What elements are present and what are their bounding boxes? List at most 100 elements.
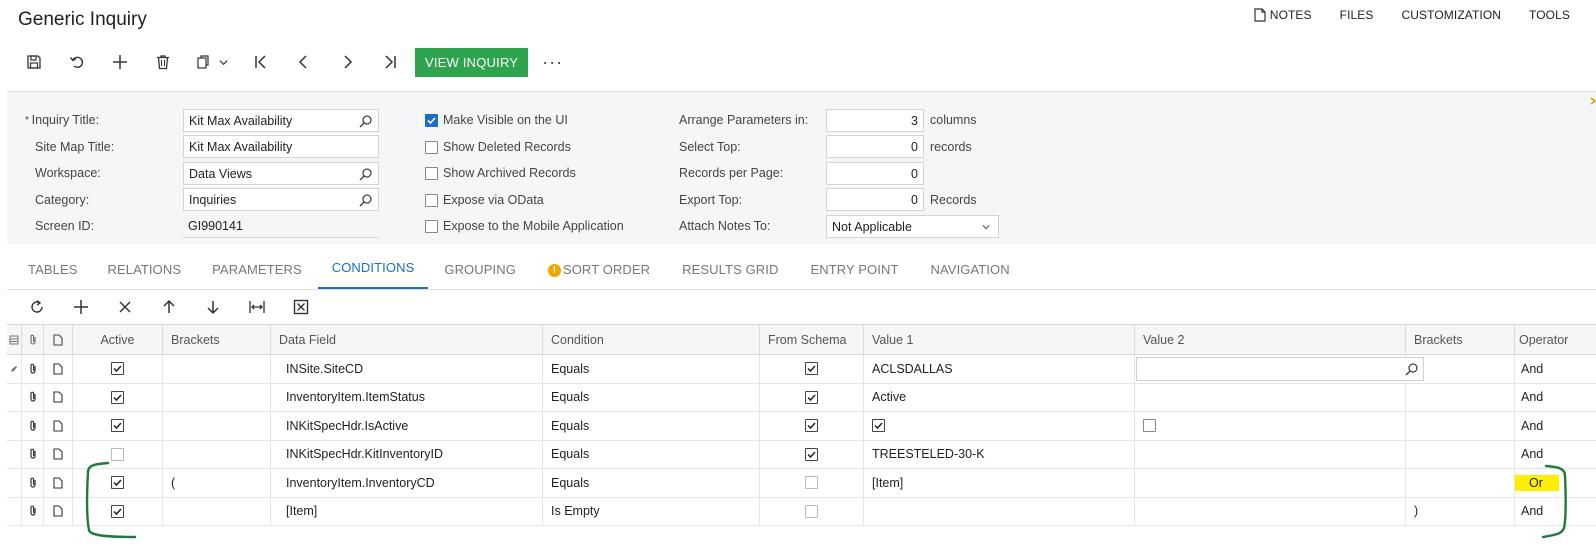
next-record-button[interactable] (325, 46, 368, 78)
data-field-value[interactable]: InventoryItem.ItemStatus (271, 390, 425, 404)
checkbox-unchecked-icon[interactable] (425, 140, 438, 154)
search-icon[interactable] (359, 193, 373, 207)
col-header-from-schema[interactable]: From Schema (760, 325, 864, 354)
tab-navigation[interactable]: NAVIGATION (915, 251, 1024, 289)
table-row[interactable]: INKitSpecHdr.IsActive Equals And (7, 412, 1596, 441)
table-row[interactable]: ( InventoryItem.InventoryCD Equals [Item] Or (7, 469, 1596, 498)
undo-button[interactable] (55, 46, 98, 78)
value1-value[interactable]: Active (864, 390, 906, 404)
table-row[interactable]: INKitSpecHdr.KitInventoryID Equals TREESTE… (7, 440, 1596, 469)
checkbox-checked-icon[interactable] (805, 419, 818, 433)
col-header-value2[interactable]: Value 2 (1135, 325, 1406, 354)
notes-link[interactable]: NOTES (1254, 8, 1312, 22)
col-header-condition[interactable]: Condition (543, 325, 760, 354)
save-button[interactable] (12, 46, 55, 78)
condition-value[interactable]: Equals (543, 447, 589, 461)
checkbox-unchecked-icon[interactable] (805, 504, 818, 518)
delete-row-button[interactable] (103, 291, 147, 323)
tab-entry-point[interactable]: ENTRY POINT (794, 251, 914, 289)
operator-value[interactable]: Or (1515, 474, 1559, 491)
col-header-value1[interactable]: Value 1 (864, 325, 1135, 354)
show-deleted-checkbox[interactable]: Show Deleted Records (425, 140, 571, 154)
open-bracket-value[interactable]: ( (163, 476, 175, 490)
delete-button[interactable] (141, 46, 184, 78)
value1-value[interactable]: TREESTELED-30-K (864, 447, 985, 461)
files-link[interactable]: FILES (1340, 8, 1374, 22)
note-icon[interactable] (53, 505, 63, 517)
data-field-value[interactable]: INKitSpecHdr.KitInventoryID (271, 447, 443, 461)
data-field-value[interactable]: [Item] (271, 504, 317, 518)
note-icon[interactable] (53, 363, 63, 375)
customization-link[interactable]: CUSTOMIZATION (1402, 8, 1502, 22)
condition-value[interactable]: Equals (543, 476, 589, 490)
paperclip-icon[interactable] (28, 477, 38, 489)
checkbox-unchecked-icon[interactable] (1143, 419, 1156, 433)
note-icon[interactable] (53, 448, 63, 460)
condition-value[interactable]: Is Empty (543, 504, 600, 518)
tools-link[interactable]: TOOLS (1529, 8, 1570, 22)
paperclip-icon[interactable] (28, 448, 38, 460)
paperclip-icon[interactable] (28, 505, 38, 517)
condition-value[interactable]: Equals (543, 362, 589, 376)
operator-value[interactable]: And (1515, 390, 1543, 404)
col-header-operator[interactable]: Operator (1515, 325, 1596, 354)
tab-tables[interactable]: TABLES (7, 251, 92, 289)
tab-results-grid[interactable]: RESULTS GRID (666, 251, 794, 289)
move-up-button[interactable] (147, 291, 191, 323)
inquiry-title-field[interactable]: Kit Max Availability (183, 109, 379, 132)
operator-value[interactable]: And (1515, 447, 1543, 461)
col-header-active[interactable]: Active (73, 325, 163, 354)
operator-value[interactable]: And (1515, 362, 1543, 376)
table-row[interactable]: InventoryItem.ItemStatus Equals Active And (7, 383, 1596, 412)
category-field[interactable]: Inquiries (183, 188, 379, 211)
tab-grouping[interactable]: GROUPING (428, 251, 532, 289)
select-top-field[interactable]: 0 (826, 135, 924, 158)
operator-value[interactable]: And (1515, 504, 1543, 518)
paperclip-icon[interactable] (28, 391, 38, 403)
add-button[interactable] (98, 46, 141, 78)
checkbox-checked-icon[interactable] (111, 390, 124, 404)
tab-relations[interactable]: RELATIONS (92, 251, 198, 289)
checkbox-checked-icon[interactable] (805, 447, 818, 461)
checkbox-checked-icon[interactable] (425, 113, 438, 127)
refresh-button[interactable] (15, 291, 59, 323)
checkbox-unchecked-icon[interactable] (805, 476, 818, 490)
last-record-button[interactable] (368, 46, 411, 78)
paperclip-icon[interactable] (28, 420, 38, 432)
checkbox-checked-icon[interactable] (805, 390, 818, 404)
expose-mobile-checkbox[interactable]: Expose to the Mobile Application (425, 219, 624, 233)
close-bracket-value[interactable]: ) (1406, 504, 1418, 518)
checkbox-checked-icon[interactable] (111, 504, 124, 518)
attach-notes-select[interactable]: Not Applicable (826, 215, 999, 238)
note-icon[interactable] (53, 477, 63, 489)
checkbox-unchecked-icon[interactable] (425, 166, 438, 180)
note-icon[interactable] (53, 420, 63, 432)
tab-parameters[interactable]: PARAMETERS (197, 251, 318, 289)
search-icon[interactable] (359, 114, 373, 128)
checkbox-checked-icon[interactable] (805, 362, 818, 376)
table-row[interactable]: [Item] Is Empty) And (7, 497, 1596, 526)
data-field-value[interactable]: InventoryItem.InventoryCD (271, 476, 435, 490)
checkbox-checked-icon[interactable] (111, 476, 124, 490)
checkbox-unchecked-icon[interactable] (425, 193, 438, 207)
tab-sort-order[interactable]: ! SORT ORDER (532, 251, 666, 289)
checkbox-unchecked-icon[interactable] (425, 219, 438, 233)
previous-record-button[interactable] (282, 46, 325, 78)
search-icon[interactable] (359, 167, 373, 181)
checkbox-unchecked-icon[interactable] (111, 447, 124, 461)
checkbox-checked-icon[interactable] (111, 419, 124, 433)
view-inquiry-button[interactable]: VIEW INQUIRY (415, 47, 529, 77)
fit-columns-button[interactable] (235, 291, 279, 323)
note-icon[interactable] (53, 391, 63, 403)
add-row-button[interactable] (59, 291, 103, 323)
value1-value[interactable]: [Item] (864, 476, 903, 490)
condition-value[interactable]: Equals (543, 419, 589, 433)
col-header-brackets-close[interactable]: Brackets (1406, 325, 1515, 354)
more-actions-button[interactable]: ··· (542, 52, 563, 73)
paperclip-icon[interactable] (28, 363, 38, 375)
export-top-field[interactable]: 0 (826, 188, 924, 211)
search-icon[interactable] (1405, 362, 1419, 376)
workspace-field[interactable]: Data Views (183, 162, 379, 185)
table-row[interactable]: INSite.SiteCD Equals ACLSDALLAS And (7, 355, 1596, 384)
data-field-value[interactable]: INSite.SiteCD (271, 362, 363, 376)
